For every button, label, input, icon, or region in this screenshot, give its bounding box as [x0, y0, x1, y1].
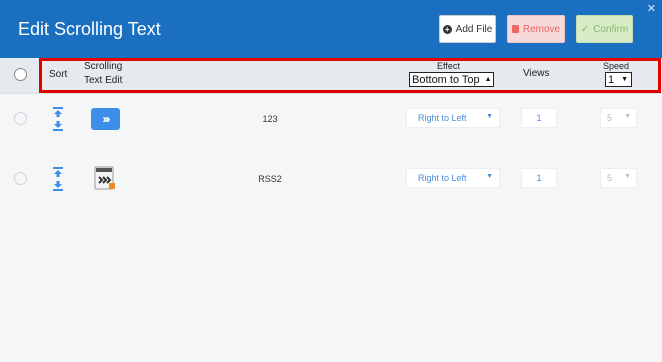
scroll-arrows-icon: ›››	[91, 108, 120, 130]
effect-header-value: Bottom to Top	[412, 73, 480, 86]
speed-header-value: 1	[608, 73, 615, 86]
table-row: ››› 123 Right to Left ▼ 1 5 ▼	[0, 94, 662, 144]
add-file-label: Add File	[455, 23, 493, 35]
column-sort: Sort	[49, 69, 68, 80]
column-views: Views	[523, 68, 550, 79]
sort-top-bottom-icon[interactable]	[51, 107, 65, 131]
row-select-radio[interactable]	[14, 112, 27, 125]
caret-down-icon: ▼	[624, 113, 631, 120]
row-speed-select[interactable]: 5 ▼	[600, 168, 637, 188]
check-icon: ✓	[580, 23, 590, 35]
caret-down-icon: ▼	[486, 173, 493, 180]
remove-label: Remove	[522, 23, 561, 35]
sort-top-bottom-icon[interactable]	[51, 167, 65, 191]
close-icon[interactable]: ✕	[647, 2, 656, 15]
remove-button[interactable]: Remove	[507, 15, 565, 43]
effect-header-select[interactable]: Bottom to Top ▲	[409, 72, 494, 87]
add-file-button[interactable]: + Add File	[439, 15, 496, 43]
speed-header-select[interactable]: 1 ▼	[605, 72, 632, 87]
row-select-radio[interactable]	[14, 172, 27, 185]
table-body: ››› 123 Right to Left ▼ 1 5 ▼ RSS2 Right…	[0, 94, 662, 362]
row-speed-value: 5	[607, 173, 613, 183]
caret-down-icon: ▼	[621, 76, 628, 83]
confirm-button[interactable]: ✓ Confirm	[576, 15, 633, 43]
row-effect-value: Right to Left	[418, 113, 467, 123]
row-name: RSS2	[258, 174, 282, 184]
row-speed-select[interactable]: 5 ▼	[600, 108, 637, 128]
select-all-radio[interactable]	[14, 68, 27, 81]
caret-down-icon: ▼	[486, 113, 493, 120]
caret-down-icon: ▼	[624, 173, 631, 180]
column-text-edit: Text Edit	[84, 75, 123, 86]
confirm-label: Confirm	[593, 23, 629, 35]
trash-icon	[511, 25, 519, 33]
row-views-input[interactable]: 1	[521, 108, 557, 128]
column-effect: Effect	[437, 61, 460, 71]
caret-up-icon: ▲	[484, 76, 492, 83]
dialog-header: Edit Scrolling Text ✕ + Add File Remove …	[0, 0, 662, 58]
column-speed: Speed	[603, 61, 630, 71]
row-views-input[interactable]: 1	[521, 168, 557, 188]
row-effect-value: Right to Left	[418, 173, 467, 183]
row-effect-select[interactable]: Right to Left ▼	[406, 168, 500, 188]
row-views-value: 1	[536, 173, 542, 183]
row-speed-value: 5	[607, 113, 613, 123]
row-views-value: 1	[536, 113, 542, 123]
column-scrolling: Scrolling	[84, 61, 123, 72]
table-header: Sort Scrolling Text Edit Effect Bottom t…	[0, 58, 662, 94]
rss-file-icon	[94, 166, 115, 190]
table-row: RSS2 Right to Left ▼ 1 5 ▼	[0, 154, 662, 204]
row-effect-select[interactable]: Right to Left ▼	[406, 108, 500, 128]
plus-icon: +	[442, 24, 452, 34]
dialog-title: Edit Scrolling Text	[18, 19, 161, 39]
row-name: 123	[262, 114, 278, 124]
